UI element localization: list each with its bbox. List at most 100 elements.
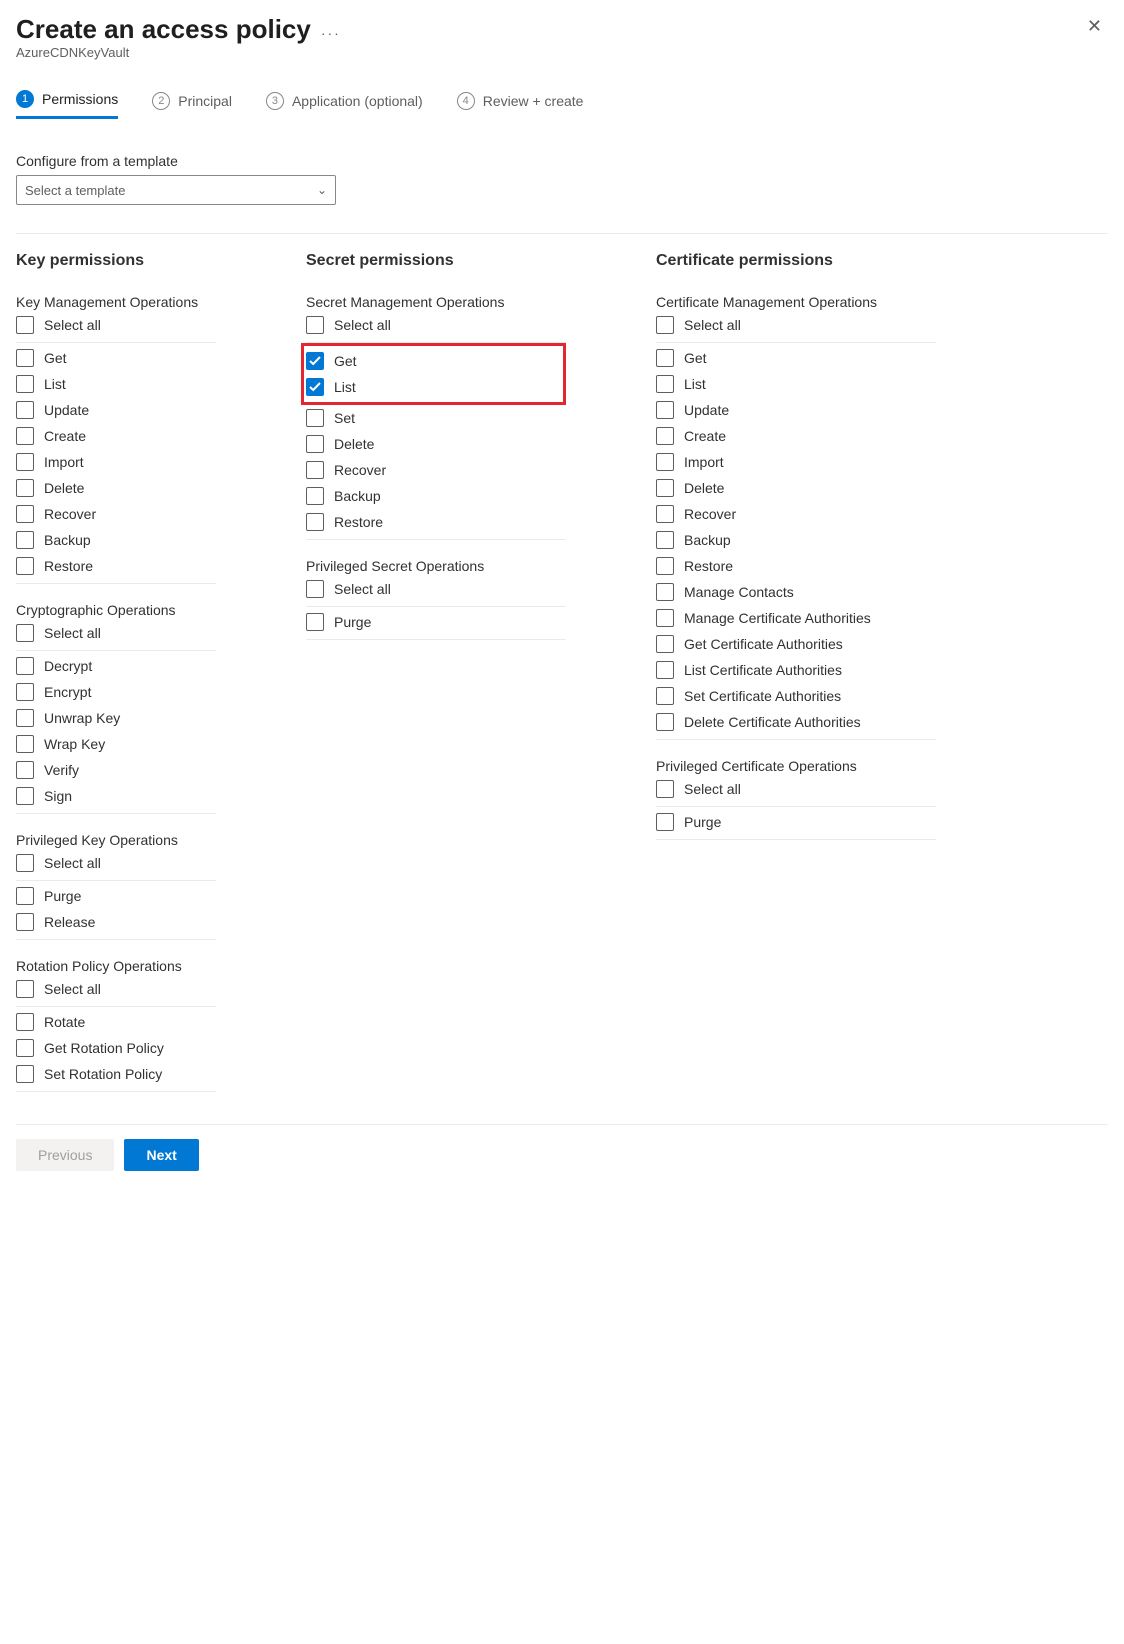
- checkbox[interactable]: [656, 505, 674, 523]
- checkbox[interactable]: [656, 583, 674, 601]
- perm-key-set-rotation-policy[interactable]: Set Rotation Policy: [16, 1061, 216, 1087]
- checkbox[interactable]: [656, 349, 674, 367]
- perm-secret-get[interactable]: Get: [306, 348, 499, 374]
- perm-secret-set[interactable]: Set: [306, 405, 566, 431]
- perm-key-release[interactable]: Release: [16, 909, 216, 935]
- perm-key-get[interactable]: Get: [16, 345, 216, 371]
- select-all-item[interactable]: Select all: [656, 312, 936, 338]
- checkbox[interactable]: [306, 487, 324, 505]
- checkbox[interactable]: [656, 401, 674, 419]
- next-button[interactable]: Next: [124, 1139, 198, 1171]
- checkbox[interactable]: [16, 854, 34, 872]
- perm-cert-purge[interactable]: Purge: [656, 809, 936, 835]
- perm-key-update[interactable]: Update: [16, 397, 216, 423]
- perm-cert-get-certificate-authorities[interactable]: Get Certificate Authorities: [656, 631, 936, 657]
- perm-key-restore[interactable]: Restore: [16, 553, 216, 579]
- perm-key-delete[interactable]: Delete: [16, 475, 216, 501]
- perm-key-list[interactable]: List: [16, 371, 216, 397]
- perm-key-encrypt[interactable]: Encrypt: [16, 679, 216, 705]
- perm-cert-update[interactable]: Update: [656, 397, 936, 423]
- perm-key-create[interactable]: Create: [16, 423, 216, 449]
- checkbox[interactable]: [16, 787, 34, 805]
- checkbox[interactable]: [16, 1013, 34, 1031]
- checkbox[interactable]: [656, 479, 674, 497]
- checkbox[interactable]: [16, 453, 34, 471]
- checkbox[interactable]: [16, 913, 34, 931]
- checkbox[interactable]: [306, 409, 324, 427]
- perm-cert-list-certificate-authorities[interactable]: List Certificate Authorities: [656, 657, 936, 683]
- checkbox[interactable]: [16, 709, 34, 727]
- checkbox[interactable]: [16, 1065, 34, 1083]
- perm-secret-backup[interactable]: Backup: [306, 483, 566, 509]
- perm-key-get-rotation-policy[interactable]: Get Rotation Policy: [16, 1035, 216, 1061]
- perm-key-backup[interactable]: Backup: [16, 527, 216, 553]
- checkbox[interactable]: [16, 479, 34, 497]
- perm-cert-import[interactable]: Import: [656, 449, 936, 475]
- checkbox[interactable]: [656, 813, 674, 831]
- perm-cert-manage-certificate-authorities[interactable]: Manage Certificate Authorities: [656, 605, 936, 631]
- perm-cert-backup[interactable]: Backup: [656, 527, 936, 553]
- checkbox[interactable]: [16, 657, 34, 675]
- checkbox[interactable]: [16, 887, 34, 905]
- checkbox[interactable]: [306, 316, 324, 334]
- checkbox[interactable]: [306, 613, 324, 631]
- checkbox[interactable]: [16, 316, 34, 334]
- previous-button[interactable]: Previous: [16, 1139, 114, 1171]
- select-all-item[interactable]: Select all: [16, 620, 216, 646]
- perm-cert-manage-contacts[interactable]: Manage Contacts: [656, 579, 936, 605]
- perm-cert-restore[interactable]: Restore: [656, 553, 936, 579]
- checkbox[interactable]: [656, 780, 674, 798]
- checkbox[interactable]: [16, 349, 34, 367]
- checkbox[interactable]: [16, 401, 34, 419]
- more-icon[interactable]: ···: [321, 25, 341, 45]
- checkbox[interactable]: [656, 713, 674, 731]
- checkbox[interactable]: [16, 735, 34, 753]
- perm-cert-delete[interactable]: Delete: [656, 475, 936, 501]
- checkbox[interactable]: [16, 1039, 34, 1057]
- checkbox[interactable]: [306, 513, 324, 531]
- checkbox[interactable]: [16, 375, 34, 393]
- checkbox[interactable]: [16, 683, 34, 701]
- checkbox[interactable]: [656, 531, 674, 549]
- checkbox[interactable]: [16, 980, 34, 998]
- template-select[interactable]: Select a template ⌄: [16, 175, 336, 205]
- perm-key-verify[interactable]: Verify: [16, 757, 216, 783]
- checkbox[interactable]: [306, 435, 324, 453]
- checkbox[interactable]: [656, 557, 674, 575]
- perm-cert-create[interactable]: Create: [656, 423, 936, 449]
- checkbox[interactable]: [16, 761, 34, 779]
- select-all-item[interactable]: Select all: [16, 312, 216, 338]
- checkbox[interactable]: [16, 557, 34, 575]
- select-all-item[interactable]: Select all: [656, 776, 936, 802]
- perm-key-unwrap-key[interactable]: Unwrap Key: [16, 705, 216, 731]
- perm-key-decrypt[interactable]: Decrypt: [16, 653, 216, 679]
- checkbox[interactable]: [16, 427, 34, 445]
- checkbox[interactable]: [306, 378, 324, 396]
- perm-secret-purge[interactable]: Purge: [306, 609, 566, 635]
- checkbox[interactable]: [656, 375, 674, 393]
- perm-key-import[interactable]: Import: [16, 449, 216, 475]
- select-all-item[interactable]: Select all: [16, 850, 216, 876]
- perm-secret-delete[interactable]: Delete: [306, 431, 566, 457]
- perm-cert-get[interactable]: Get: [656, 345, 936, 371]
- select-all-item[interactable]: Select all: [16, 976, 216, 1002]
- checkbox[interactable]: [656, 687, 674, 705]
- select-all-item[interactable]: Select all: [306, 312, 566, 338]
- checkbox[interactable]: [306, 352, 324, 370]
- select-all-item[interactable]: Select all: [306, 576, 566, 602]
- perm-cert-set-certificate-authorities[interactable]: Set Certificate Authorities: [656, 683, 936, 709]
- close-icon[interactable]: ✕: [1081, 14, 1108, 39]
- checkbox[interactable]: [306, 461, 324, 479]
- checkbox[interactable]: [656, 427, 674, 445]
- checkbox[interactable]: [306, 580, 324, 598]
- checkbox[interactable]: [16, 505, 34, 523]
- checkbox[interactable]: [656, 316, 674, 334]
- step-permissions[interactable]: 1Permissions: [16, 90, 118, 119]
- perm-secret-list[interactable]: List: [306, 374, 499, 400]
- step-application-optional-[interactable]: 3Application (optional): [266, 90, 423, 119]
- checkbox[interactable]: [656, 635, 674, 653]
- checkbox[interactable]: [656, 453, 674, 471]
- checkbox[interactable]: [656, 661, 674, 679]
- perm-cert-list[interactable]: List: [656, 371, 936, 397]
- perm-key-recover[interactable]: Recover: [16, 501, 216, 527]
